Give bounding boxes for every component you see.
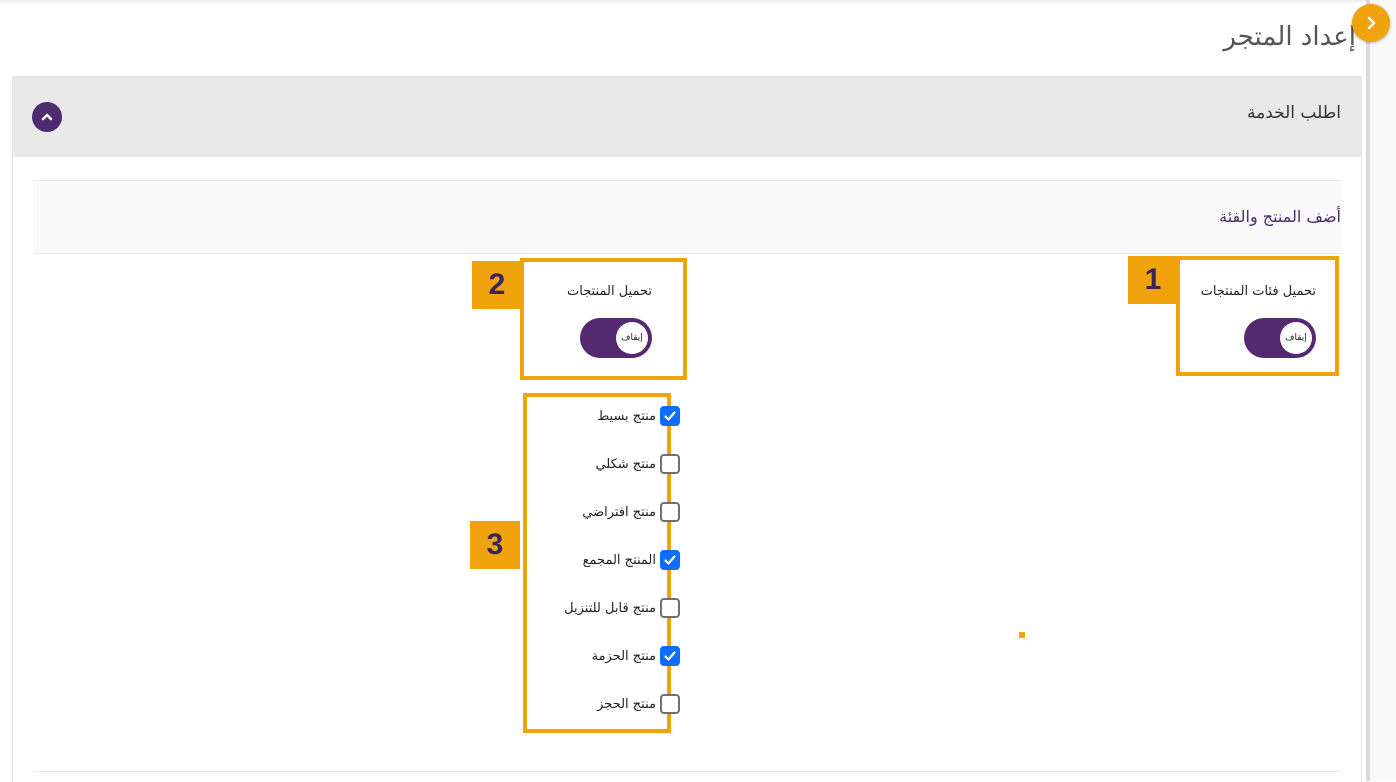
checkbox[interactable] xyxy=(660,502,680,522)
checkbox-label: المنتج المجمع xyxy=(582,552,656,568)
section-header: أضف المنتج والفئة xyxy=(33,180,1341,254)
highlight-box-category-toggle xyxy=(1176,256,1339,376)
checkbox-label: منتج قابل للتنزيل xyxy=(564,600,656,616)
chevron-up-icon xyxy=(41,113,53,121)
section-title: أضف المنتج والفئة xyxy=(1219,207,1341,226)
checkbox[interactable] xyxy=(660,694,680,714)
checkbox[interactable] xyxy=(660,646,680,666)
page-title: إعداد المتجر xyxy=(1223,22,1356,52)
check-icon xyxy=(664,411,676,421)
top-shadow xyxy=(0,0,1396,4)
product-type-downloadable[interactable]: منتج قابل للتنزيل xyxy=(564,596,680,620)
load-products-label: تحميل المنتجات xyxy=(567,284,652,299)
toggle-state-text: إيقاف xyxy=(1285,333,1307,343)
product-type-bundle[interactable]: منتج الحزمة xyxy=(592,644,680,668)
toggle-state-text: إيقاف xyxy=(621,333,643,343)
panel-title: اطلب الخدمة xyxy=(1247,103,1341,123)
marker-dot xyxy=(1019,632,1025,638)
callout-badge-1: 1 xyxy=(1128,256,1178,304)
checkbox[interactable] xyxy=(660,550,680,570)
toggle-knob: إيقاف xyxy=(1280,322,1312,354)
product-type-grouped[interactable]: المنتج المجمع xyxy=(583,548,680,572)
sidebar-edge xyxy=(1370,0,1396,781)
check-icon xyxy=(664,555,676,565)
panel-header[interactable]: اطلب الخدمة xyxy=(13,77,1361,157)
product-type-variable[interactable]: منتج شكلي xyxy=(595,452,680,476)
product-type-booking[interactable]: منتج الحجز xyxy=(597,692,680,716)
load-categories-toggle[interactable]: إيقاف xyxy=(1244,318,1316,358)
checkbox[interactable] xyxy=(660,406,680,426)
checkbox-label: منتج الحجز xyxy=(597,696,656,712)
product-type-virtual[interactable]: منتج افتراضي xyxy=(582,500,680,524)
collapse-button[interactable] xyxy=(32,102,62,132)
chevron-right-icon xyxy=(1367,16,1376,30)
toggle-knob: إيقاف xyxy=(616,322,648,354)
checkbox-label: منتج الحزمة xyxy=(591,648,656,664)
sidebar-toggle-button[interactable] xyxy=(1352,4,1390,42)
checkbox-label: منتج شكلي xyxy=(595,456,656,472)
checkbox[interactable] xyxy=(660,598,680,618)
checkbox-label: منتج افتراضي xyxy=(582,504,656,520)
check-icon xyxy=(664,651,676,661)
checkbox-label: منتج بسيط xyxy=(597,408,656,424)
service-panel: اطلب الخدمة أضف المنتج والفئة xyxy=(12,76,1362,782)
callout-badge-3: 3 xyxy=(470,521,520,569)
divider xyxy=(33,771,1341,772)
load-categories-label: تحميل فئات المنتجات xyxy=(1200,284,1316,299)
callout-badge-2: 2 xyxy=(472,261,522,309)
product-type-simple[interactable]: منتج بسيط xyxy=(597,404,680,428)
checkbox[interactable] xyxy=(660,454,680,474)
load-products-toggle[interactable]: إيقاف xyxy=(580,318,652,358)
